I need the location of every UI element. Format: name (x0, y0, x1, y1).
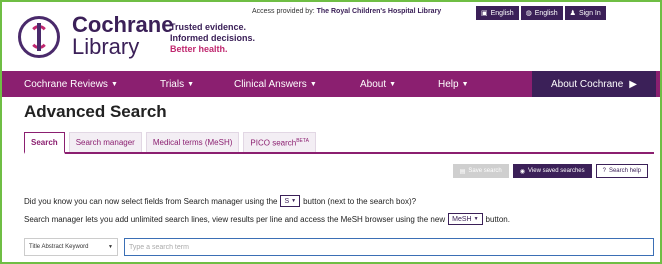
field-select-label: S (284, 197, 290, 205)
eye-icon: ◉ (519, 168, 526, 175)
nav-item-about[interactable]: About ▼ (360, 79, 396, 90)
brand-line1: Cochrane (72, 12, 174, 37)
search-input[interactable] (124, 238, 654, 256)
caret-down-icon: ▼ (309, 80, 317, 88)
nav-item-cochrane-reviews[interactable]: Cochrane Reviews ▼ (24, 79, 118, 90)
search-row: Title Abstract Keyword ▼ (24, 238, 654, 258)
tab-search-manager[interactable]: Search manager (68, 132, 142, 152)
save-search-label: Save search (468, 168, 502, 174)
main-nav: Cochrane Reviews ▼ Trials ▼ Clinical Answe… (2, 71, 660, 97)
sign-in-button[interactable]: ♟ Sign In (564, 6, 606, 20)
save-icon: ▤ (459, 168, 466, 175)
search-tabs: Search Search manager Medical terms (MeS… (24, 132, 654, 154)
about-cochrane-label: About Cochrane (551, 78, 624, 90)
beta-badge: BETA (296, 138, 309, 144)
tagline-1: Trusted evidence. (170, 22, 247, 32)
caret-down-icon: ▼ (110, 80, 118, 88)
nav-item-trials[interactable]: Trials ▼ (160, 79, 194, 90)
nav-item-help[interactable]: Help ▼ (438, 79, 469, 90)
search-field-value: Title Abstract Keyword (29, 244, 89, 250)
nav-item-label: Clinical Answers (234, 78, 307, 90)
search-help-label: Search help (608, 168, 641, 174)
caret-down-icon: ▼ (389, 80, 397, 88)
globe-icon: ◍ (525, 10, 532, 17)
nav-item-clinical-answers[interactable]: Clinical Answers ▼ (234, 79, 317, 90)
content-language-button[interactable]: ▣ English (476, 6, 519, 20)
save-search-button[interactable]: ▤ Save search (452, 164, 509, 178)
caret-down-icon: ▼ (461, 80, 469, 88)
screenshot-frame: Cochrane Library Trusted evidence. Infor… (0, 0, 662, 264)
tagline-3: Better health. (170, 44, 228, 54)
tagline-2: Informed decisions. (170, 33, 256, 43)
view-saved-searches-button[interactable]: ◉ View saved searches (512, 164, 592, 178)
nav-item-label: Trials (160, 78, 185, 90)
nav-item-label: Help (438, 78, 459, 90)
search-actions: ▤ Save search ◉ View saved searches ? Se… (452, 164, 648, 178)
content-language-label: English (490, 9, 514, 17)
info-line-1: Did you know you can now select fields f… (24, 195, 416, 207)
field-select-button[interactable]: S ▼ (280, 195, 301, 207)
access-org: The Royal Children's Hospital Library (316, 8, 442, 15)
info-line-1-text-a: Did you know you can now select fields f… (24, 196, 278, 206)
utility-bar: ▣ English ◍ English ♟ Sign In (476, 6, 606, 20)
sign-in-label: Sign In (578, 9, 601, 17)
mesh-label: MeSH (452, 215, 472, 223)
mesh-button[interactable]: MeSH ▼ (448, 213, 483, 225)
info-line-2: Search manager lets you add unlimited se… (24, 213, 510, 225)
chevron-right-icon: ▶ (629, 78, 637, 90)
tagline: Trusted evidence. Informed decisions. Be… (170, 22, 255, 55)
site-header: Cochrane Library Trusted evidence. Infor… (2, 2, 660, 68)
user-icon: ♟ (569, 10, 576, 17)
nav-item-label: About (360, 78, 387, 90)
access-label: Access provided by: (252, 8, 315, 15)
info-line-2-text-b: button. (485, 214, 510, 224)
caret-down-icon: ▼ (473, 216, 479, 222)
page-title: Advanced Search (24, 102, 167, 121)
document-icon: ▣ (481, 10, 488, 17)
site-language-label: English (534, 9, 558, 17)
brand-name[interactable]: Cochrane Library (72, 14, 173, 58)
search-field-select[interactable]: Title Abstract Keyword ▼ (24, 238, 118, 256)
tab-medical-terms[interactable]: Medical terms (MeSH) (145, 132, 240, 152)
tab-pico-search[interactable]: PICO searchBETA (243, 132, 316, 152)
view-saved-label: View saved searches (528, 168, 585, 174)
caret-down-icon: ▼ (187, 80, 195, 88)
access-info: Access provided by: The Royal Children's… (252, 8, 441, 15)
info-line-1-text-b: button (next to the search box)? (303, 196, 417, 206)
info-line-2-text-a: Search manager lets you add unlimited se… (24, 214, 446, 224)
question-icon: ? (602, 168, 606, 174)
caret-down-icon: ▼ (291, 198, 297, 204)
search-help-button[interactable]: ? Search help (595, 164, 648, 178)
brand-line2: Library (72, 34, 140, 59)
nav-item-label: Cochrane Reviews (24, 78, 108, 90)
tab-pico-label: PICO search (250, 138, 297, 148)
cochrane-logo-icon[interactable] (18, 16, 60, 58)
tab-search[interactable]: Search (24, 132, 65, 154)
about-cochrane-button[interactable]: About Cochrane ▶ (532, 71, 656, 97)
caret-down-icon: ▼ (108, 244, 113, 250)
site-language-button[interactable]: ◍ English (520, 6, 563, 20)
